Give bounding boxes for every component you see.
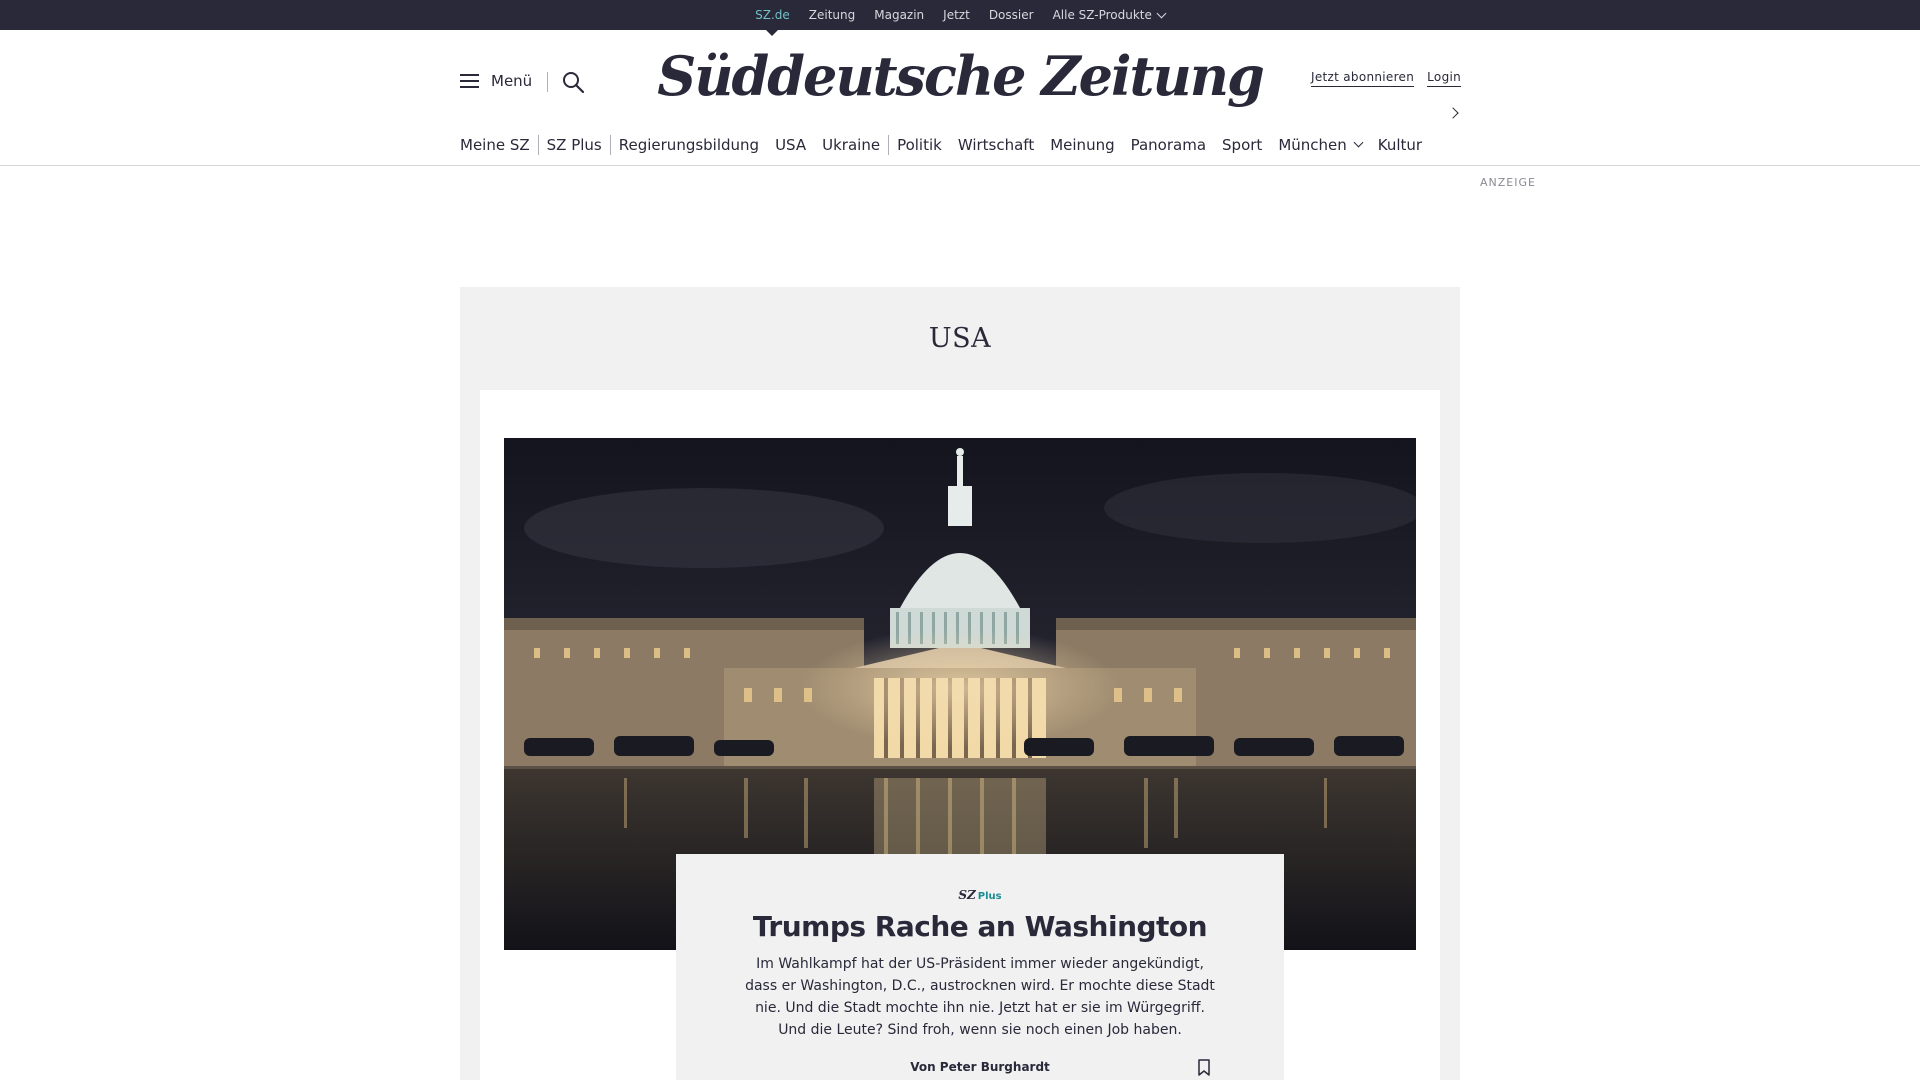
nav-item-politik[interactable]: Politik <box>888 135 950 155</box>
header-divider <box>547 72 548 92</box>
nav-item-sz-plus[interactable]: SZ Plus <box>537 135 610 155</box>
section-title[interactable]: USA <box>460 323 1460 354</box>
account-links: Jetzt abonnieren Login <box>1311 70 1462 87</box>
product-bar: SZ.de Zeitung Magazin Jetzt Dossier Alle… <box>0 0 1920 36</box>
topbar-link-jetzt[interactable]: Jetzt <box>943 0 970 30</box>
nav-item-wirtschaft[interactable]: Wirtschaft <box>950 135 1042 155</box>
article-teaser[interactable]: SZ Plus Trumps Rache an Washington Im Wa… <box>676 854 1284 1080</box>
nav-scroll-next-button[interactable] <box>1447 107 1461 121</box>
topbar-link-alle-produkte[interactable]: Alle SZ-Produkte <box>1052 0 1167 30</box>
chevron-right-icon <box>1447 107 1459 119</box>
sz-plus-badge-plus: Plus <box>977 891 1002 902</box>
nav-item-ukraine[interactable]: Ukraine <box>814 135 888 155</box>
nav-item-regierungsbildung[interactable]: Regierungsbildung <box>609 135 767 155</box>
nav-item-sport[interactable]: Sport <box>1214 135 1270 155</box>
bookmark-icon[interactable] <box>1197 1059 1211 1077</box>
nav-item-muenchen[interactable]: München <box>1270 135 1369 155</box>
article-headline[interactable]: Trumps Rache an Washington <box>676 910 1284 943</box>
nav-item-kultur[interactable]: Kultur <box>1370 135 1430 155</box>
sz-plus-badge-sz: SZ <box>958 888 976 902</box>
chevron-down-icon <box>1353 137 1364 148</box>
ad-label: ANZEIGE <box>1480 176 1536 189</box>
nav-item-usa[interactable]: USA <box>767 135 814 155</box>
topbar-link-magazin[interactable]: Magazin <box>874 0 924 30</box>
sz-plus-badge: SZ Plus <box>676 888 1284 902</box>
site-header: Menü Süddeutsche Zeitung Jetzt abonniere… <box>0 30 1920 166</box>
topbar-link-alle-produkte-label: Alle SZ-Produkte <box>1052 8 1152 22</box>
main-navigation: Meine SZ SZ Plus Regierungsbildung USA U… <box>460 130 1430 160</box>
usa-section: USA SZ Plus Trumps Rache an Washington I… <box>460 287 1460 1080</box>
nav-item-meine-sz[interactable]: Meine SZ <box>460 135 538 155</box>
article-author: Von Peter Burghardt <box>910 1060 1050 1074</box>
hamburger-icon <box>460 74 479 88</box>
topbar-link-dossier[interactable]: Dossier <box>989 0 1034 30</box>
article-summary: Im Wahlkampf hat der US-Präsident immer … <box>745 956 1215 1038</box>
topbar-link-szde[interactable]: SZ.de <box>755 0 790 36</box>
teaser-card: SZ Plus Trumps Rache an Washington Im Wa… <box>480 390 1440 1080</box>
topbar-link-zeitung[interactable]: Zeitung <box>809 0 855 30</box>
subscribe-link[interactable]: Jetzt abonnieren <box>1311 70 1415 87</box>
nav-item-muenchen-label: München <box>1278 136 1347 154</box>
login-link[interactable]: Login <box>1427 70 1462 87</box>
search-icon[interactable] <box>561 70 585 94</box>
chevron-down-icon <box>1156 8 1167 18</box>
site-logo[interactable]: Süddeutsche Zeitung <box>600 44 1320 108</box>
menu-label: Menü <box>491 72 533 90</box>
nav-item-meinung[interactable]: Meinung <box>1042 135 1122 155</box>
nav-item-panorama[interactable]: Panorama <box>1123 135 1214 155</box>
menu-button[interactable]: Menü <box>460 72 532 90</box>
